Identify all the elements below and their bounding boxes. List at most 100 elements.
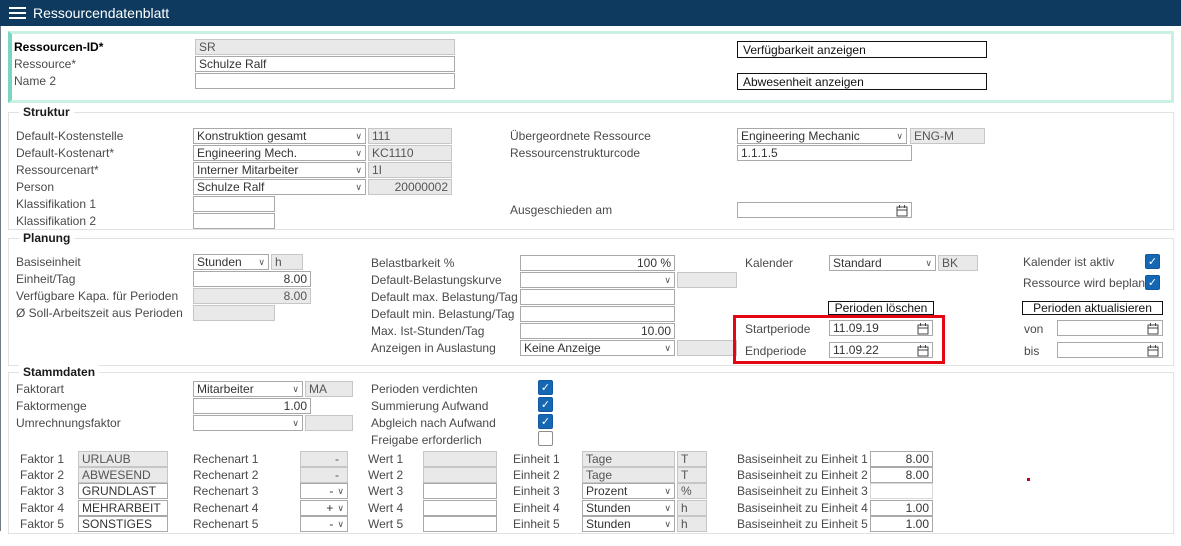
name2-label: Name 2 (14, 73, 56, 89)
wert3-field[interactable] (423, 483, 497, 499)
startperiode-date-field[interactable]: 11.09.19 (829, 320, 933, 336)
rechenart1-field: - (300, 451, 348, 467)
show-availability-button[interactable]: Verfügbarkeit anzeigen (737, 41, 987, 58)
max-belastung-field[interactable] (520, 289, 675, 305)
rechenart5-select[interactable]: -∨ (300, 516, 348, 532)
max-belastung-label: Default max. Belastung/Tag (371, 289, 518, 305)
einheit4-select[interactable]: Stunden∨ (582, 500, 675, 516)
faktor3-field[interactable]: GRUNDLAST (78, 483, 168, 499)
struktur-legend: Struktur (19, 105, 74, 119)
basis5-field[interactable]: 1.00 (870, 516, 933, 532)
kostenstelle-select[interactable]: Konstruktion gesamt∨ (193, 128, 366, 144)
wert5-field[interactable] (423, 516, 497, 532)
auslastung-label: Anzeigen in Auslastung (371, 340, 496, 356)
auslastung-select[interactable]: Keine Anzeige∨ (520, 340, 675, 356)
red-annotation-dot (1027, 478, 1030, 481)
von-date-field[interactable] (1057, 320, 1163, 336)
hamburger-menu-icon[interactable] (9, 6, 26, 20)
freigabe-erforderlich-checkbox[interactable]: ✓ (538, 431, 553, 446)
check-icon: ✓ (541, 381, 550, 394)
update-periods-button[interactable]: Perioden aktualisieren (1022, 301, 1163, 315)
person-select[interactable]: Schulze Ralf∨ (193, 179, 366, 195)
faktor5-field[interactable]: SONSTIGES (78, 516, 168, 532)
faktor4-field[interactable]: MEHRARBEIT (78, 500, 168, 516)
calendar-icon[interactable] (917, 322, 929, 335)
einheit3-label: Einheit 3 (513, 483, 560, 499)
einheit3-select[interactable]: Prozent∨ (582, 483, 675, 499)
rechenart3-select[interactable]: -∨ (300, 483, 348, 499)
basis4-label: Basiseinheit zu Einheit 4 (737, 500, 868, 516)
resource-id-field: SR (195, 39, 455, 55)
einheit-tag-field[interactable]: 8.00 (193, 271, 311, 287)
faktor2-field: ABWESEND (78, 467, 168, 483)
faktorart-select[interactable]: Mitarbeiter∨ (193, 381, 303, 397)
min-belastung-field[interactable] (520, 306, 675, 322)
strukturcode-field[interactable]: 1.1.1.5 (737, 145, 912, 161)
resource-label: Ressource* (14, 56, 76, 72)
einheit5-select[interactable]: Stunden∨ (582, 516, 675, 532)
kostenstelle-code-field: 111 (368, 128, 452, 144)
chevron-down-icon: ∨ (664, 487, 671, 496)
page-title: Ressourcendatenblatt (33, 0, 169, 26)
basis5-label: Basiseinheit zu Einheit 5 (737, 516, 868, 532)
klassifikation1-field[interactable] (193, 196, 275, 212)
kalender-aktiv-checkbox[interactable]: ✓ (1145, 254, 1160, 269)
wird-beplant-checkbox[interactable]: ✓ (1145, 275, 1160, 290)
max-ist-stunden-label: Max. Ist-Stunden/Tag (371, 323, 484, 339)
show-absence-button[interactable]: Abwesenheit anzeigen (737, 73, 987, 90)
calendar-icon[interactable] (917, 344, 929, 357)
kapa-label: Verfügbare Kapa. für Perioden (16, 288, 178, 304)
perioden-verdichten-checkbox[interactable]: ✓ (538, 380, 553, 395)
check-icon: ✓ (1148, 255, 1157, 268)
chevron-down-icon: ∨ (664, 504, 671, 513)
rechenart3-label: Rechenart 3 (193, 483, 258, 499)
wert5-label: Wert 5 (368, 516, 403, 532)
max-ist-stunden-field[interactable]: 10.00 (520, 323, 675, 339)
wert4-field[interactable] (423, 500, 497, 516)
basis3-field[interactable] (870, 483, 933, 499)
endperiode-date-field[interactable]: 11.09.22 (829, 342, 933, 358)
wert1-field (423, 451, 497, 467)
ausgeschieden-date-field[interactable] (737, 202, 912, 218)
calendar-icon[interactable] (896, 204, 908, 217)
bis-date-field[interactable] (1057, 342, 1163, 358)
check-icon: ✓ (541, 432, 550, 445)
calendar-icon[interactable] (1147, 344, 1159, 357)
chevron-down-icon: ∨ (355, 166, 362, 175)
belastungskurve-select[interactable]: ∨ (520, 272, 675, 288)
klassifikation2-field[interactable] (193, 213, 275, 229)
bis-label: bis (1024, 343, 1039, 359)
faktor1-field: URLAUB (78, 451, 168, 467)
calendar-icon[interactable] (1147, 322, 1159, 335)
name2-field[interactable] (195, 73, 455, 89)
delete-periods-button[interactable]: Perioden löschen (828, 301, 934, 315)
umrechnungsfaktor-select[interactable]: ∨ (193, 415, 303, 431)
faktormenge-field[interactable]: 1.00 (193, 398, 311, 414)
resource-id-label: Ressourcen-ID* (14, 39, 103, 55)
basis1-field[interactable]: 8.00 (870, 451, 933, 467)
person-label: Person (16, 179, 54, 195)
basis4-field[interactable]: 1.00 (870, 500, 933, 516)
basiseinheit-select[interactable]: Stunden∨ (193, 254, 269, 270)
summierung-aufwand-checkbox[interactable]: ✓ (538, 397, 553, 412)
belastbarkeit-field[interactable]: 100 % (520, 255, 675, 271)
kostenart-select[interactable]: Engineering Mech.∨ (193, 145, 366, 161)
chevron-down-icon: ∨ (337, 520, 344, 529)
stammdaten-legend: Stammdaten (19, 365, 99, 379)
abgleich-aufwand-checkbox[interactable]: ✓ (538, 414, 553, 429)
rechenart4-select[interactable]: +∨ (300, 500, 348, 516)
kalender-select[interactable]: Standard∨ (829, 255, 936, 271)
klassifikation1-label: Klassifikation 1 (16, 196, 96, 212)
chevron-down-icon: ∨ (337, 504, 344, 513)
ressourcendatenblatt-window: Ressourcendatenblatt Ressourcen-ID* Ress… (0, 0, 1181, 546)
check-icon: ✓ (1148, 276, 1157, 289)
perioden-verdichten-label: Perioden verdichten (371, 381, 478, 397)
uebergeordnete-select[interactable]: Engineering Mechanic∨ (737, 128, 907, 144)
ressourcenart-select[interactable]: Interner Mitarbeiter∨ (193, 162, 366, 178)
chevron-down-icon: ∨ (664, 276, 671, 285)
rechenart2-label: Rechenart 2 (193, 467, 258, 483)
belastungskurve-code-field (677, 272, 737, 288)
resource-name-field[interactable]: Schulze Ralf (195, 56, 455, 72)
basis2-field[interactable]: 8.00 (870, 467, 933, 483)
min-belastung-label: Default min. Belastung/Tag (371, 306, 514, 322)
